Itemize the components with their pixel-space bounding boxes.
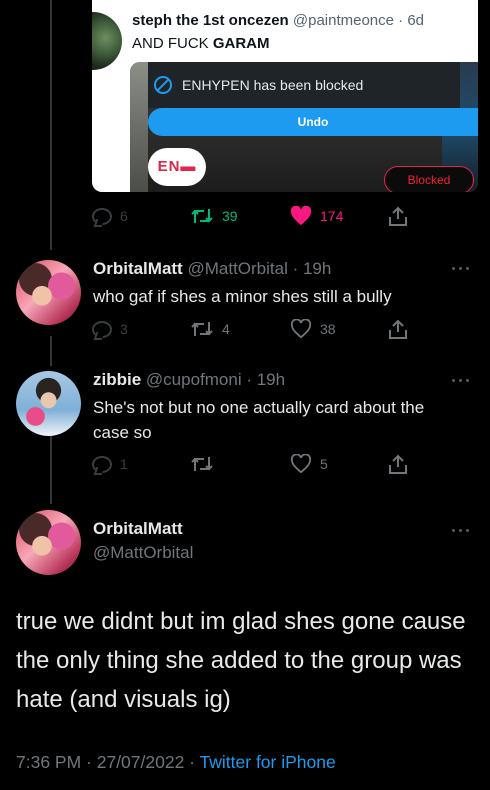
block-toast: ENHYPEN has been blocked [148,62,460,108]
toast-message: ENHYPEN has been blocked [182,77,364,93]
author-name[interactable]: zibbie [93,370,141,389]
tweet-text: She's not but no one actually card about… [93,398,425,442]
like-button[interactable]: 5 [290,452,328,476]
share-button[interactable] [388,317,408,341]
handle-time: @cupofmoni · 19h [145,370,286,389]
like-button[interactable]: 38 [290,317,336,341]
avatar[interactable] [16,371,81,436]
share-button[interactable] [388,204,408,228]
source-link[interactable]: Twitter for iPhone [200,752,336,772]
thread-line [50,430,52,504]
heart-icon [290,319,312,339]
retweet-icon [191,457,213,471]
heart-icon [290,206,312,226]
more-options-icon[interactable] [452,264,476,272]
tweet-header: zibbie @cupofmoni · 19h [93,370,285,390]
quoted-tweet-image[interactable]: steph the 1st oncezen @paintmeonce · 6d … [92,0,478,192]
share-icon [389,319,407,339]
retweet-icon [191,209,213,223]
reply-button[interactable]: 3 [92,317,128,341]
share-icon [389,206,407,226]
thread-line [50,336,52,366]
reply-button[interactable]: 6 [92,204,128,228]
tweet-meta: 7:36 PM · 27/07/2022 · Twitter for iPhon… [16,752,336,773]
reply-icon [92,455,112,473]
action-bar: 3 4 38 [92,317,422,341]
main-author-handle[interactable]: @MattOrbital [93,543,193,563]
tweet-header: OrbitalMatt @MattOrbital · 19h [93,259,331,279]
author-name[interactable]: OrbitalMatt [93,259,183,278]
undo-button[interactable]: Undo [148,108,478,136]
like-count: 174 [320,208,344,224]
logo-text: EN [157,158,181,175]
reply-button[interactable]: 1 [92,452,128,476]
action-bar: 1 5 [92,452,422,476]
retweet-button[interactable]: 39 [190,204,238,228]
main-author-name[interactable]: OrbitalMatt [93,519,183,539]
like-button[interactable]: 174 [290,204,343,228]
heart-icon [290,454,312,474]
reply-icon [92,320,112,338]
handle-time: @MattOrbital · 19h [187,259,332,278]
avatar[interactable] [16,260,81,325]
quoted-text-bold: GARAM [212,35,270,52]
retweet-button[interactable]: 4 [190,317,230,341]
more-options-icon[interactable] [452,526,476,534]
retweet-icon [191,322,213,336]
blocked-icon [154,76,172,94]
quoted-author-name: steph the 1st oncezen [132,12,289,29]
share-button[interactable] [388,452,408,476]
quoted-tweet-text: AND FUCK GARAM [132,35,270,52]
main-tweet-text: true we didnt but im glad shes gone caus… [16,608,466,713]
reply-count: 3 [120,321,128,337]
action-bar: 6 39 174 [92,204,422,228]
quoted-handle-time: @paintmeonce · 6d [292,12,425,29]
retweet-count: 39 [222,208,238,224]
reply-count: 6 [120,208,128,224]
quoted-avatar [92,12,122,70]
enhypen-logo: EN▬ [148,148,206,186]
thread-line [50,0,52,250]
share-icon [389,454,407,474]
like-count: 5 [320,456,328,472]
timestamp: 7:36 PM · 27/07/2022 · [16,752,200,772]
avatar[interactable] [16,510,81,575]
retweet-count: 4 [222,321,230,337]
media-photo-left [130,62,148,192]
quoted-text-prefix: AND FUCK [132,35,213,52]
like-count: 38 [320,321,336,337]
tweet-text: who gaf if shes a minor shes still a bul… [93,287,392,306]
reply-icon [92,207,112,225]
reply-count: 1 [120,456,128,472]
more-options-icon[interactable] [452,376,476,384]
blocked-button[interactable]: Blocked [384,166,474,192]
quoted-tweet-header: steph the 1st oncezen @paintmeonce · 6d [132,12,424,29]
retweet-button[interactable] [190,452,222,476]
